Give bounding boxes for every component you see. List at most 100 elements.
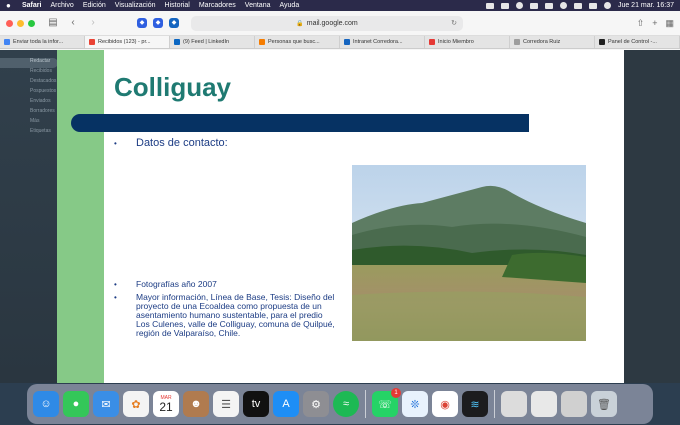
bullet-dot: • [114,280,117,289]
zoom-window-icon[interactable] [28,19,35,27]
landscape-photo [352,165,586,341]
extension-icon-2[interactable]: ◆ [153,18,163,28]
tab-favicon-icon [259,39,265,45]
gmail-sidebar-item[interactable]: Enviados [0,98,58,108]
recent-window-3[interactable] [561,391,587,417]
back-icon[interactable]: ‹ [67,18,79,28]
status-icon-3[interactable] [515,2,523,9]
minimize-window-icon[interactable] [17,19,24,27]
address-bar[interactable]: 🔒 mail.google.com ↻ [191,15,463,31]
browser-tab[interactable]: Intranet Corredora... [340,36,425,48]
status-icon-5[interactable] [544,2,553,9]
menu-safari[interactable]: Safari [22,2,41,9]
status-icon-2[interactable] [500,2,509,9]
close-window-icon[interactable] [6,19,13,27]
status-icon-6[interactable] [559,2,567,9]
slide-title: Colliguay [114,72,232,102]
recent-window-1[interactable] [501,391,527,417]
menu-ayuda[interactable]: Ayuda [279,2,299,9]
macos-menubar: ● Safari Archivo Edición Visualización H… [0,0,680,11]
bullet-info: • Mayor información, Línea de Base, Tesi… [114,293,336,338]
gmail-sidebar-item[interactable]: Destacados [0,78,58,88]
appstore-icon[interactable]: A [273,391,299,417]
control-center-icon[interactable] [588,2,597,9]
slide-preview: Colliguay • Datos de contacto: • Fotogra… [57,50,624,383]
safari-toolbar: ▤ ‹ › ◆ ◆ ◆ 🔒 mail.google.com ↻ ⇧ + ▦ [0,11,680,36]
browser-tab[interactable]: Enviar toda la infor... [0,36,85,48]
photos-icon[interactable]: ✿ [123,391,149,417]
forward-icon[interactable]: › [87,18,99,28]
menubar-clock[interactable]: Jue 21 mar. 16:37 [618,2,674,9]
gmail-sidebar-item[interactable]: Recibidos [0,68,58,78]
browser-tab[interactable]: (9) Feed | LinkedIn [170,36,255,48]
lock-icon: 🔒 [296,20,304,27]
bullet-photos-text: Fotografías año 2007 [136,279,217,289]
menu-edicion[interactable]: Edición [83,2,106,9]
gmail-sidebar-item[interactable]: Etiquetas [0,128,58,138]
landscape-photo-image [352,165,586,341]
new-tab-icon[interactable]: + [652,18,657,29]
browser-tab[interactable]: Recibidos (123) - pr... [85,36,170,48]
messages-icon[interactable]: ● [63,391,89,417]
browser-tab[interactable]: Panel de Control -... [595,36,680,48]
wifi-icon[interactable] [573,2,582,9]
macos-dock: ☺ ● ✉ ✿ MAR 21 ☻ ☰ tv A ⚙ ≈ ☏ 1 ❊ ◉ ≋ 🗑 [27,384,653,424]
extension-icon-3[interactable]: ◆ [169,18,179,28]
gmail-sidebar-item[interactable]: Más [0,118,58,128]
tab-label: Recibidos (123) - pr... [98,39,151,45]
calendar-icon[interactable]: MAR 21 [153,391,179,417]
bullet-contact-text: Datos de contacto: [136,137,228,149]
tab-label: Panel de Control -... [608,39,657,45]
tab-label: Enviar toda la infor... [13,39,64,45]
menu-ventana[interactable]: Ventana [245,2,271,9]
tab-favicon-icon [4,39,10,45]
safari-icon[interactable]: ❊ [402,391,428,417]
appletv-icon[interactable]: tv [243,391,269,417]
browser-tab[interactable]: Corredora Ruiz [510,36,595,48]
web-page-area: Redactar Recibidos Destacados Pospuestos Env… [0,50,680,383]
url-text: mail.google.com [306,19,358,27]
tab-label: (9) Feed | LinkedIn [183,39,230,45]
gmail-sidebar-item[interactable]: Redactar [0,58,58,68]
menu-archivo[interactable]: Archivo [50,2,73,9]
contacts-icon[interactable]: ☻ [183,391,209,417]
apple-menu-icon[interactable]: ● [6,1,14,10]
spotify-icon[interactable]: ≈ [333,391,359,417]
menu-historial[interactable]: Historial [165,2,190,9]
bullet-photos: • Fotografías año 2007 [114,279,217,290]
reload-icon[interactable]: ↻ [451,19,457,27]
browser-tab[interactable]: Personas que busc... [255,36,340,48]
tab-favicon-icon [344,39,350,45]
sidebar-toggle-icon[interactable]: ▤ [47,18,59,28]
tab-favicon-icon [174,39,180,45]
settings-icon[interactable]: ⚙ [303,391,329,417]
browser-tab[interactable]: Inicio Miembro [425,36,510,48]
status-icon-1[interactable] [485,2,494,9]
status-icon-4[interactable] [529,2,538,9]
chrome-icon[interactable]: ◉ [432,391,458,417]
tab-overview-icon[interactable]: ▦ [665,18,674,29]
tab-favicon-icon [514,39,520,45]
slide-blue-bar [71,114,529,132]
gmail-sidebar-item[interactable]: Pospuestos [0,88,58,98]
reminders-icon[interactable]: ☰ [213,391,239,417]
bullet-dot: • [114,139,117,148]
mail-icon[interactable]: ✉ [93,391,119,417]
gmail-right-panel [624,50,680,383]
trash-icon[interactable]: 🗑 [591,391,617,417]
share-icon[interactable]: ⇧ [637,18,645,29]
tab-bar: Enviar toda la infor... Recibidos (123) -… [0,36,680,49]
whatsapp-icon[interactable]: ☏ 1 [372,388,401,417]
gmail-sidebar: Redactar Recibidos Destacados Pospuestos Env… [0,58,58,138]
dock-separator [494,390,495,418]
menu-visualizacion[interactable]: Visualización [115,2,156,9]
gmail-sidebar-item[interactable]: Borradores [0,108,58,118]
siri-icon[interactable] [603,2,611,9]
finder-icon[interactable]: ☺ [33,391,59,417]
tab-label: Inicio Miembro [438,39,474,45]
menu-marcadores[interactable]: Marcadores [199,2,236,9]
recent-window-2[interactable] [531,391,557,417]
extension-shield-icon[interactable]: ◆ [137,18,147,28]
tab-favicon-icon [429,39,435,45]
voicememos-icon[interactable]: ≋ [462,391,488,417]
